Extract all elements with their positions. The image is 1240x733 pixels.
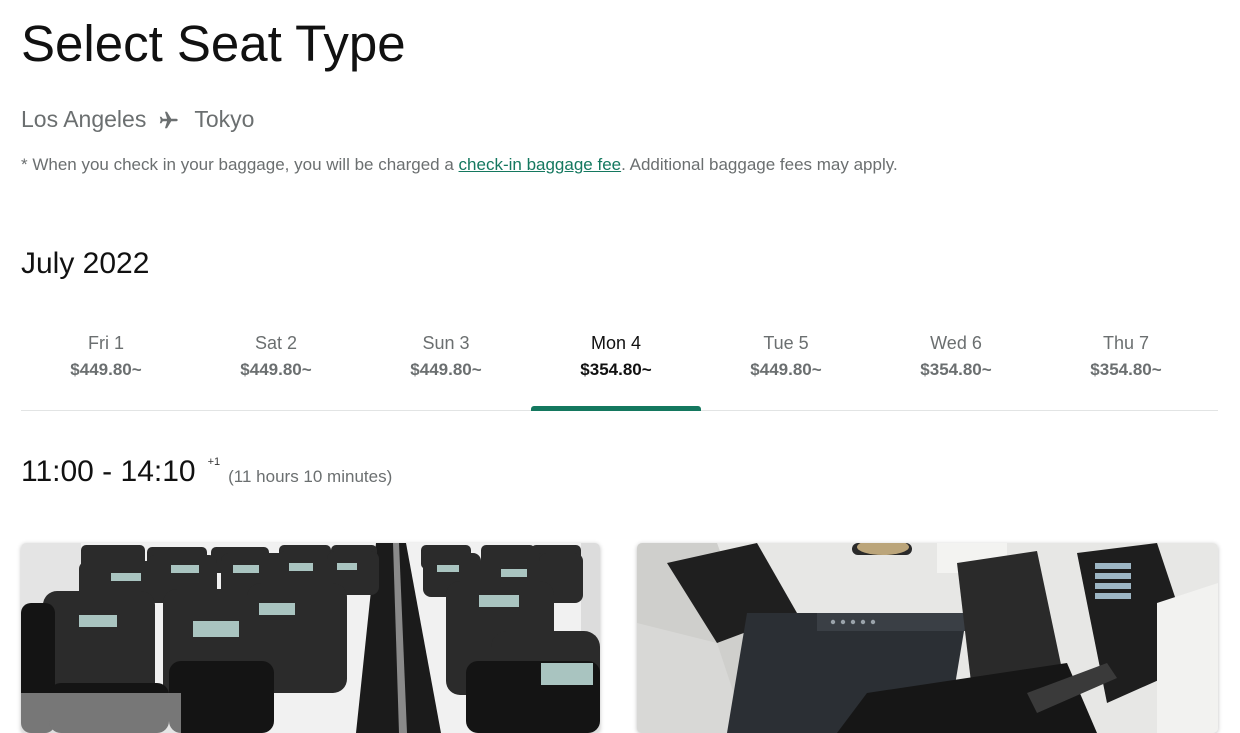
date-tab-price: $449.80~ <box>410 360 482 379</box>
date-tab-mon-4[interactable]: Mon 4 $354.80~ <box>531 318 701 411</box>
date-tab-thu-7[interactable]: Thu 7 $354.80~ <box>1041 318 1211 410</box>
date-tab-wed-6[interactable]: Wed 6 $354.80~ <box>871 318 1041 410</box>
flight-duration: (11 hours 10 minutes) <box>228 467 393 486</box>
baggage-notice: * When you check in your baggage, you wi… <box>21 154 898 176</box>
date-tab-price: $354.80~ <box>1090 360 1162 379</box>
date-tab-label: Tue 5 <box>763 333 809 353</box>
date-tab-label: Thu 7 <box>1102 333 1150 353</box>
date-tab-label: Sat 2 <box>254 333 298 353</box>
flight-time: 11:00 - 14:10 <box>21 455 196 488</box>
date-tab-label: Mon 4 <box>590 333 642 353</box>
flight-time-row: 11:00 - 14:10 +1 (11 hours 10 minutes) <box>21 452 392 492</box>
date-tab-label: Fri 1 <box>88 333 124 353</box>
date-tab-sun-3[interactable]: Sun 3 $449.80~ <box>361 318 531 410</box>
date-tab-price: $449.80~ <box>750 360 822 379</box>
day-offset: +1 <box>207 456 221 468</box>
date-tabs: Fri 1 $449.80~ Sat 2 $449.80~ Sun 3 $449… <box>21 318 1218 411</box>
date-tab-sat-2[interactable]: Sat 2 $449.80~ <box>191 318 361 410</box>
route-destination: Tokyo <box>194 106 255 132</box>
page-title: Select Seat Type <box>21 15 406 72</box>
notice-suffix: . Additional baggage fees may apply. <box>621 155 898 174</box>
date-tab-tue-5[interactable]: Tue 5 $449.80~ <box>701 318 871 410</box>
economy-cabin-image <box>21 543 600 733</box>
date-tab-price: $354.80~ <box>920 360 992 379</box>
date-tab-label: Sun 3 <box>422 333 470 353</box>
route: Los Angeles Tokyo <box>21 104 254 134</box>
month-heading: July 2022 <box>21 247 150 280</box>
airplane-icon <box>158 108 180 130</box>
date-tab-price: $354.80~ <box>580 360 652 379</box>
date-tab-fri-1[interactable]: Fri 1 $449.80~ <box>21 318 191 410</box>
date-tab-label: Wed 6 <box>930 333 982 353</box>
date-tab-price: $449.80~ <box>240 360 312 379</box>
notice-prefix: * When you check in your baggage, you wi… <box>21 155 459 174</box>
business-seat-card[interactable] <box>637 543 1218 733</box>
economy-seat-card[interactable] <box>21 543 600 733</box>
baggage-fee-link[interactable]: check-in baggage fee <box>459 155 622 174</box>
date-tab-price: $449.80~ <box>70 360 142 379</box>
route-origin: Los Angeles <box>21 106 147 132</box>
business-cabin-image <box>637 543 1218 733</box>
